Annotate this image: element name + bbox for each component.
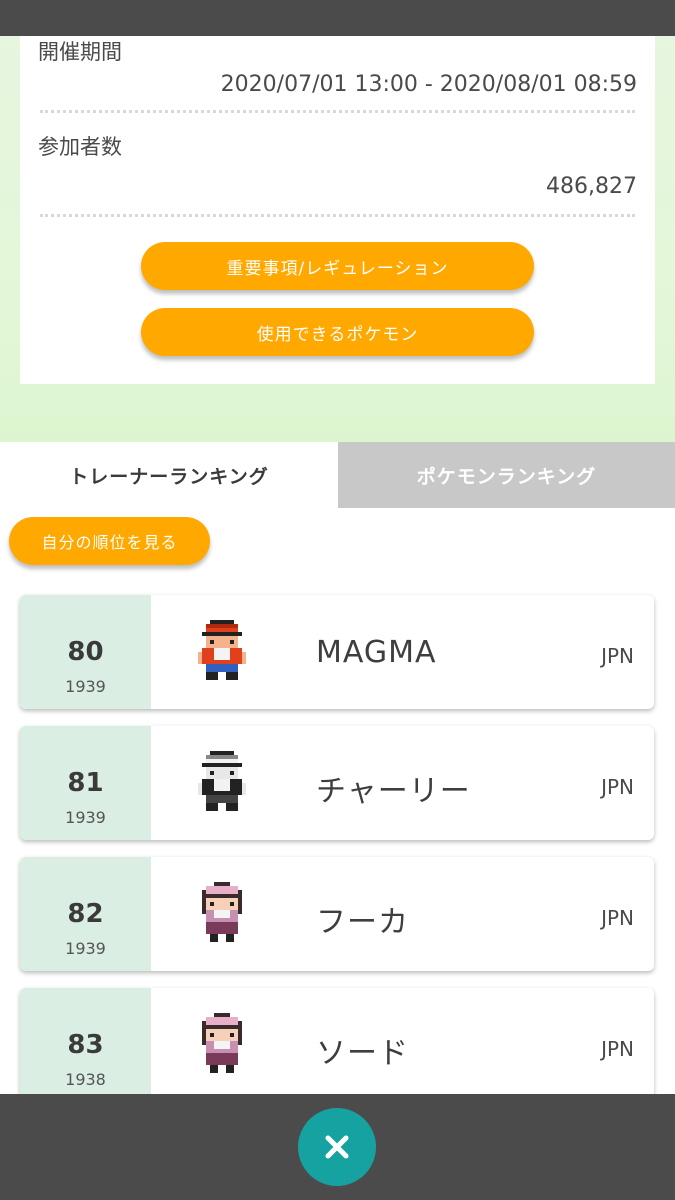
rank-number: 80 (67, 637, 104, 667)
rules-regulation-button[interactable]: 重要事項/レギュレーション (141, 242, 534, 290)
red-cap-trainer-icon (198, 620, 246, 680)
view-my-rank-button[interactable]: 自分の順位を見る (9, 517, 210, 565)
rank-number: 82 (67, 899, 104, 929)
white-cap-trainer-icon (198, 751, 246, 811)
divider (40, 214, 635, 217)
rank-rating: 1939 (65, 939, 106, 958)
event-info-card: 開催期間 2020/07/01 13:00 - 2020/08/01 08:59… (20, 36, 655, 384)
ranking-row[interactable]: 83 1938 ソード JPN (20, 988, 654, 1102)
rank-rating: 1939 (65, 677, 106, 696)
close-button[interactable] (298, 1108, 376, 1186)
usable-pokemon-button[interactable]: 使用できるポケモン (141, 308, 534, 356)
ranking-tabs: トレーナーランキング ポケモンランキング (0, 442, 675, 508)
close-icon (325, 1135, 349, 1159)
trainer-country: JPN (601, 906, 634, 930)
period-label: 開催期間 (38, 40, 122, 64)
participants-label: 参加者数 (38, 135, 122, 159)
trainer-country: JPN (601, 644, 634, 668)
period-value: 2020/07/01 13:00 - 2020/08/01 08:59 (220, 72, 637, 97)
rank-rating: 1939 (65, 808, 106, 827)
rank-number: 81 (67, 768, 104, 798)
trainer-name: チャーリー (316, 774, 471, 809)
ranking-row[interactable]: 82 1939 フーカ JPN (20, 857, 654, 971)
trainer-name: フーカ (316, 905, 409, 940)
tab-trainer-ranking[interactable]: トレーナーランキング (0, 442, 338, 508)
participants-value: 486,827 (546, 174, 637, 199)
rank-number: 83 (67, 1030, 104, 1060)
trainer-country: JPN (601, 775, 634, 799)
tab-pokemon-ranking[interactable]: ポケモンランキング (338, 442, 675, 508)
top-status-bar (0, 0, 675, 36)
rank-badge: 83 1938 (20, 988, 151, 1102)
rank-rating: 1938 (65, 1070, 106, 1089)
female-trainer-icon (202, 882, 242, 942)
ranking-row[interactable]: 81 1939 チャーリー JPN (20, 726, 654, 840)
rank-badge: 81 1939 (20, 726, 151, 840)
female-trainer-icon (202, 1013, 242, 1073)
divider (40, 110, 635, 113)
ranking-row[interactable]: 80 1939 MAGMA JPN (20, 595, 654, 709)
trainer-name: ソード (316, 1036, 409, 1071)
rank-badge: 80 1939 (20, 595, 151, 709)
rank-badge: 82 1939 (20, 857, 151, 971)
trainer-name: MAGMA (316, 635, 437, 670)
trainer-country: JPN (601, 1037, 634, 1061)
